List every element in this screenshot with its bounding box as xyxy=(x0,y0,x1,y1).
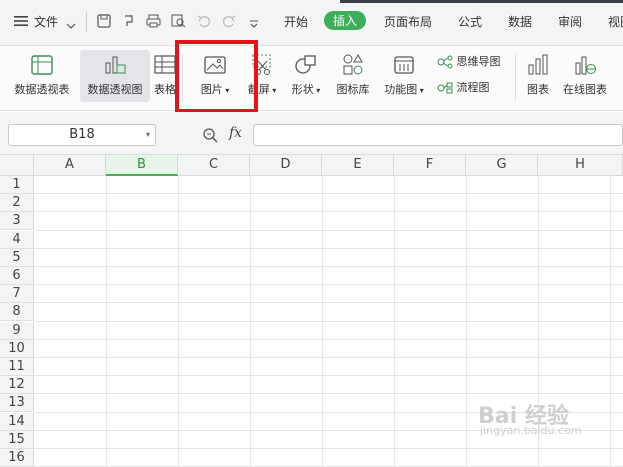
chart-button[interactable]: 图表 xyxy=(522,50,554,102)
column-header-b[interactable]: B xyxy=(106,155,178,176)
grid-line xyxy=(34,393,623,395)
row-header-13[interactable]: 13 xyxy=(0,394,34,413)
row-header-12[interactable]: 12 xyxy=(0,376,34,395)
grid-line xyxy=(34,338,623,340)
watermark-sub: jingyan.baidu.com xyxy=(480,424,582,437)
row-header-7[interactable]: 7 xyxy=(0,285,34,304)
highlight-box xyxy=(175,40,258,113)
grid-line xyxy=(34,211,623,213)
select-all-corner[interactable] xyxy=(0,155,34,176)
column-header-c[interactable]: C xyxy=(178,155,250,176)
shapes-button[interactable]: 形状 ▾ xyxy=(286,50,326,102)
chevron-down-icon[interactable]: ▾ xyxy=(146,125,150,145)
column-header-g[interactable]: G xyxy=(466,155,538,176)
function-chart-label: 功能图 ▾ xyxy=(384,83,424,96)
column-header-f[interactable]: F xyxy=(394,155,466,176)
online-chart-button[interactable]: 在线图表 xyxy=(558,50,612,102)
pivot-chart-button[interactable]: 数据透视图 xyxy=(80,50,150,102)
online-chart-label: 在线图表 xyxy=(563,83,607,96)
grid-line xyxy=(34,284,623,286)
customize-icon[interactable] xyxy=(249,17,259,31)
toolbar-divider xyxy=(86,12,87,32)
flowchart-label: 流程图 xyxy=(456,81,490,94)
row-header-5[interactable]: 5 xyxy=(0,248,34,267)
row-header-14[interactable]: 14 xyxy=(0,412,34,431)
pivot-table-button[interactable]: 数据透视表 xyxy=(8,50,76,102)
pivot-chart-icon xyxy=(105,56,126,74)
pivot-table-label: 数据透视表 xyxy=(14,83,70,96)
row-header-3[interactable]: 3 xyxy=(0,212,34,231)
chevron-down-icon[interactable] xyxy=(66,18,76,32)
grid-line xyxy=(34,247,623,249)
grid-line xyxy=(34,229,623,231)
flowchart-icon xyxy=(437,82,453,94)
redo-icon[interactable] xyxy=(222,14,236,31)
tab-review[interactable]: 审阅 xyxy=(558,13,582,30)
grid-line xyxy=(34,320,623,322)
pivot-table-icon xyxy=(31,55,53,75)
hamburger-icon[interactable] xyxy=(14,15,28,30)
shapes-label: 形状 ▾ xyxy=(291,83,321,96)
column-header-a[interactable]: A xyxy=(34,155,106,176)
tab-page-layout[interactable]: 页面布局 xyxy=(384,13,432,30)
fx-button[interactable]: fx xyxy=(229,125,242,141)
tab-formulas[interactable]: 公式 xyxy=(458,13,482,30)
grid-line xyxy=(34,302,623,304)
row-header-9[interactable]: 9 xyxy=(0,321,34,340)
column-header-h[interactable]: H xyxy=(538,155,623,176)
column-header-e[interactable]: E xyxy=(322,155,394,176)
row-header-8[interactable]: 8 xyxy=(0,303,34,322)
icon-library-button[interactable]: 图标库 xyxy=(332,50,374,102)
grid-line xyxy=(34,448,623,449)
online-chart-icon xyxy=(575,56,596,75)
tab-home[interactable]: 开始 xyxy=(284,13,308,30)
file-menu[interactable]: 文件 xyxy=(34,13,58,30)
tab-view[interactable]: 视图 xyxy=(608,13,623,30)
grid-line xyxy=(34,266,623,267)
ribbon-divider xyxy=(515,54,516,102)
title-strip xyxy=(340,0,623,3)
bar-chart-icon xyxy=(528,54,548,75)
row-header-2[interactable]: 2 xyxy=(0,194,34,213)
mind-map-icon xyxy=(437,55,453,69)
shapes-icon xyxy=(295,55,316,74)
output-icon[interactable] xyxy=(122,14,136,31)
formula-input[interactable] xyxy=(253,124,623,146)
save-icon[interactable] xyxy=(97,14,111,31)
function-chart-icon xyxy=(394,56,414,74)
table-icon xyxy=(154,55,176,74)
row-header-15[interactable]: 15 xyxy=(0,430,34,449)
grid-line xyxy=(34,375,623,377)
undo-icon[interactable] xyxy=(197,14,211,31)
zoom-icon[interactable] xyxy=(202,127,218,146)
mind-map-label: 思维导图 xyxy=(456,55,501,68)
flowchart-button[interactable]: 流程图 xyxy=(437,79,490,97)
name-box-value: B18 xyxy=(69,127,95,142)
row-header-10[interactable]: 10 xyxy=(0,339,34,358)
name-box[interactable]: B18 ▾ xyxy=(8,124,156,146)
grid-line xyxy=(34,193,623,195)
pivot-chart-label: 数据透视图 xyxy=(87,83,143,96)
print-preview-icon[interactable] xyxy=(171,14,186,31)
icon-library-icon xyxy=(343,53,363,75)
row-header-11[interactable]: 11 xyxy=(0,358,34,376)
tab-data[interactable]: 数据 xyxy=(508,13,532,30)
print-icon[interactable] xyxy=(146,14,161,31)
row-header-16[interactable]: 16 xyxy=(0,449,34,467)
chart-label: 图表 xyxy=(527,83,549,96)
function-chart-button[interactable]: 功能图 ▾ xyxy=(380,50,428,102)
grid-line xyxy=(34,357,623,358)
mind-map-button[interactable]: 思维导图 xyxy=(437,53,501,71)
row-header-1[interactable]: 1 xyxy=(0,176,34,194)
tab-insert[interactable]: 插入 xyxy=(324,11,367,30)
icon-library-label: 图标库 xyxy=(336,83,370,96)
row-header-4[interactable]: 4 xyxy=(0,230,34,249)
row-header-6[interactable]: 6 xyxy=(0,267,34,285)
column-header-d[interactable]: D xyxy=(250,155,322,176)
